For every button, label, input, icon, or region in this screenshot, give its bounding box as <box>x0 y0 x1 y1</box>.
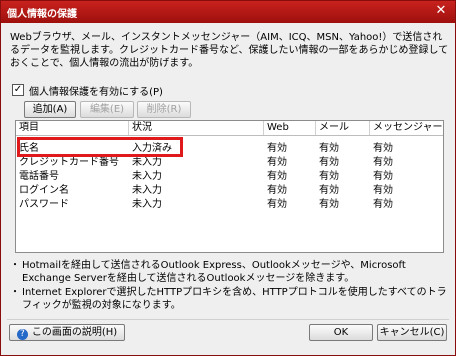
help-button[interactable]: ? この画面の説明(H) <box>9 324 125 341</box>
cell-item: クレジットカード番号 <box>19 157 119 168</box>
edit-button[interactable]: 編集(E) <box>80 101 134 118</box>
cell-messenger: 有効 <box>373 185 393 196</box>
cell-web: 有効 <box>267 171 287 182</box>
cell-mail: 有効 <box>319 157 339 168</box>
cell-item: 氏名 <box>19 143 39 154</box>
cell-status: 入力済み <box>132 143 172 154</box>
enable-protection-checkbox[interactable]: ✓ <box>12 84 24 96</box>
table-row[interactable]: ログイン名 未入力 有効 有効 有効 <box>16 184 443 198</box>
cell-messenger: 有効 <box>373 143 393 154</box>
column-header-messenger[interactable]: メッセンジャー <box>370 121 443 135</box>
cell-status: 未入力 <box>132 157 162 168</box>
description-text: Webブラウザ、メール、インスタントメッセンジャー（AIM、ICQ、MSN、Ya… <box>10 32 449 69</box>
cell-messenger: 有効 <box>373 157 393 168</box>
title-bar: 個人情報の保護 ✕ <box>1 1 455 23</box>
cell-mail: 有効 <box>319 143 339 154</box>
cell-item: 電話番号 <box>19 171 59 182</box>
delete-button[interactable]: 削除(R) <box>137 101 191 118</box>
table-row[interactable]: 電話番号 未入力 有効 有効 有効 <box>16 170 443 184</box>
column-header-item[interactable]: 項目 <box>16 121 129 135</box>
note-text: Internet Explorerで選択したHTTPプロキシを含め、HTTPプロ… <box>22 287 447 311</box>
cell-web: 有効 <box>267 199 287 210</box>
cell-messenger: 有効 <box>373 199 393 210</box>
close-icon[interactable]: ✕ <box>433 3 449 19</box>
enable-protection-label[interactable]: 個人情報保護を有効にする(P) <box>29 83 163 98</box>
notes: ・ Hotmailを経由して送信されるOutlook Express、Outlo… <box>10 259 452 313</box>
cancel-button[interactable]: キャンセル(C) <box>377 324 447 341</box>
table-row[interactable]: パスワード 未入力 有効 有効 有効 <box>16 198 443 212</box>
cell-item: パスワード <box>19 199 69 210</box>
cell-messenger: 有効 <box>373 171 393 182</box>
cell-status: 未入力 <box>132 185 162 196</box>
table-row[interactable]: クレジットカード番号 未入力 有効 有効 有効 <box>16 156 443 170</box>
cell-web: 有効 <box>267 157 287 168</box>
table-row[interactable]: 氏名 入力済み 有効 有効 有効 <box>16 142 443 156</box>
cell-status: 未入力 <box>132 171 162 182</box>
table-header: 項目 状況 Web メール メッセンジャー <box>16 121 443 136</box>
column-header-mail[interactable]: メール <box>316 121 370 135</box>
window-title: 個人情報の保護 <box>7 9 77 20</box>
note-text: Hotmailを経由して送信されるOutlook Express、Outlook… <box>22 260 406 284</box>
column-header-web[interactable]: Web <box>264 121 316 135</box>
bullet-icon: ・ <box>10 287 20 298</box>
dialog-window: 個人情報の保護 ✕ Webブラウザ、メール、インスタントメッセンジャー（AIM、… <box>0 0 456 356</box>
personal-info-table: 項目 状況 Web メール メッセンジャー 氏名 入力済み 有効 有効 有効 ク… <box>15 120 444 253</box>
cell-web: 有効 <box>267 185 287 196</box>
footer-divider <box>7 319 449 320</box>
column-header-status[interactable]: 状況 <box>129 121 264 135</box>
note-item: ・ Internet Explorerで選択したHTTPプロキシを含め、HTTP… <box>10 286 452 312</box>
cell-mail: 有効 <box>319 199 339 210</box>
bullet-icon: ・ <box>10 260 20 271</box>
add-button[interactable]: 追加(A) <box>24 101 76 118</box>
ok-button[interactable]: OK <box>309 324 373 341</box>
cell-mail: 有効 <box>319 185 339 196</box>
cell-status: 未入力 <box>132 199 162 210</box>
note-item: ・ Hotmailを経由して送信されるOutlook Express、Outlo… <box>10 259 452 285</box>
cell-web: 有効 <box>267 143 287 154</box>
cell-item: ログイン名 <box>19 185 69 196</box>
help-icon: ? <box>16 329 28 340</box>
cell-mail: 有効 <box>319 171 339 182</box>
help-button-label: この画面の説明(H) <box>31 327 118 338</box>
